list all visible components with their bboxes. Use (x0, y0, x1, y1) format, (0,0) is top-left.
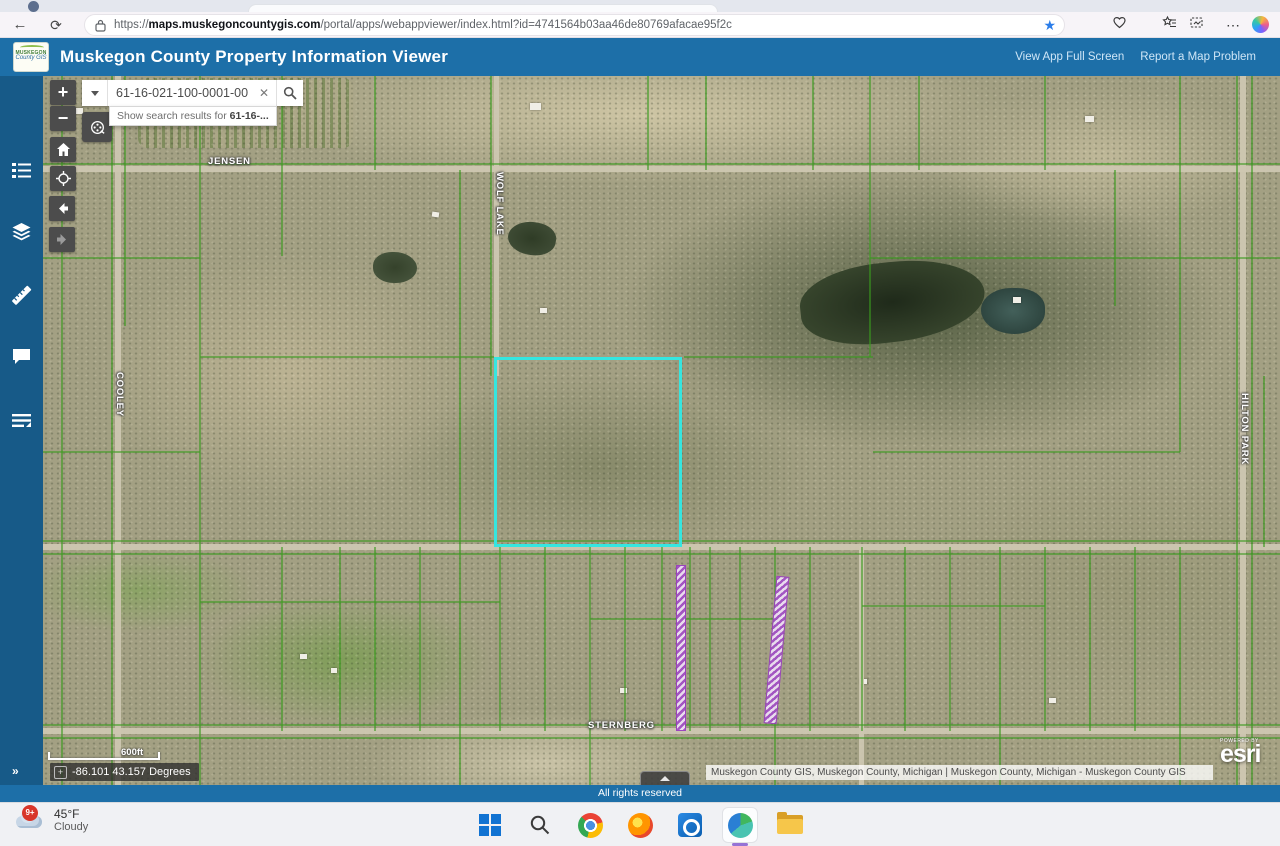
report-map-problem-link[interactable]: Report a Map Problem (1140, 51, 1256, 63)
road-label-wolf-lake: WOLF LAKE (494, 172, 505, 236)
expand-sidebar-icon[interactable]: » (12, 764, 17, 778)
previous-extent-button[interactable] (49, 196, 75, 221)
url-bar[interactable]: https://maps.muskegoncountygis.com/porta… (84, 14, 1065, 36)
search-suggestion[interactable]: Show search results for 61-16-... (109, 106, 277, 126)
clear-search-icon[interactable]: ✕ (256, 86, 272, 100)
browser-refresh-icon[interactable]: ⟳ (46, 15, 66, 35)
outlook-icon[interactable] (673, 808, 707, 842)
search-icon[interactable] (523, 808, 557, 842)
search-source-dropdown[interactable] (82, 80, 108, 106)
start-button[interactable] (473, 808, 507, 842)
suggestion-term: 61-16-... (230, 110, 269, 122)
scale-label: 600ft (121, 747, 143, 758)
desktop-screen: ← ⟳ https://maps.muskegoncountygis.com/p… (0, 0, 1280, 846)
crosshair-icon[interactable]: + (54, 766, 67, 779)
road-label-sternberg: STERNBERG (588, 720, 655, 731)
windows-taskbar: 9+ 45°F Cloudy (0, 802, 1280, 846)
coordinates-widget: + -86.101 43.157 Degrees (50, 763, 199, 781)
measure-icon[interactable] (11, 284, 32, 305)
coordinates-text: -86.101 43.157 Degrees (72, 766, 191, 778)
my-location-button[interactable] (50, 166, 76, 191)
road-label-jensen: JENSEN (208, 156, 251, 167)
chevron-down-icon (91, 91, 99, 96)
widget-sidebar: » (0, 76, 43, 785)
road-label-hilton-park: HILTON PARK (1239, 393, 1250, 465)
copilot-icon[interactable] (1252, 16, 1269, 33)
zoom-in-button[interactable]: + (50, 80, 76, 105)
favorites-list-icon[interactable] (1158, 15, 1180, 35)
map-canvas[interactable]: JENSEN WOLF LAKE COOLEY HILTON PARK STER… (43, 76, 1280, 785)
url-domain: maps.muskegoncountygis.com (149, 19, 321, 31)
page-title: Muskegon County Property Information Vie… (60, 38, 448, 76)
next-extent-button[interactable] (49, 227, 75, 252)
legend-icon[interactable] (11, 160, 32, 181)
zoom-out-button[interactable]: − (50, 106, 76, 131)
search-input-value: 61-16-021-100-0001-00 (116, 86, 256, 100)
esri-logo: POWERED BY esri (1220, 738, 1275, 764)
parcel-search-widget: 61-16-021-100-0001-00 ✕ (82, 80, 303, 106)
browser-tab-strip[interactable] (0, 0, 1280, 12)
app-footer: All rights reserved (0, 785, 1280, 802)
map-attribution: Muskegon County GIS, Muskegon County, Mi… (706, 765, 1213, 780)
tab-favicon (28, 1, 39, 12)
file-explorer-icon[interactable] (773, 808, 807, 842)
details-icon[interactable] (11, 410, 32, 431)
search-input[interactable]: 61-16-021-100-0001-00 ✕ (108, 80, 276, 106)
selected-parcel-highlight[interactable] (494, 357, 682, 547)
taskbar-icons (0, 803, 1280, 846)
layers-icon[interactable] (11, 222, 32, 243)
comment-icon[interactable] (11, 346, 32, 367)
web-capture-icon[interactable] (1185, 15, 1207, 35)
browser-essentials-icon[interactable] (1108, 15, 1130, 35)
browser-toolbar: ← ⟳ https://maps.muskegoncountygis.com/p… (0, 12, 1280, 38)
browser-back-icon[interactable]: ← (10, 15, 30, 35)
active-tab[interactable] (248, 4, 718, 12)
attribute-table-toggle[interactable] (640, 771, 690, 785)
home-extent-button[interactable] (50, 137, 76, 162)
notification-badge: 9+ (22, 805, 38, 821)
search-button[interactable] (276, 80, 303, 106)
logo-line2: County GIS (14, 56, 48, 61)
favorite-star-icon[interactable]: ★ (1043, 17, 1056, 34)
site-info-lock-icon[interactable] (95, 19, 106, 32)
settings-more-icon[interactable]: ⋯ (1222, 15, 1244, 35)
url-text: https://maps.muskegoncountygis.com/porta… (114, 19, 1035, 31)
suggestion-prefix: Show search results for (117, 110, 230, 122)
scale-bar (48, 752, 160, 760)
hatched-parcel-strip (676, 565, 686, 731)
header-links: View App Full Screen Report a Map Proble… (1015, 38, 1256, 76)
url-path: /portal/apps/webappviewer/index.html?id=… (320, 19, 731, 31)
url-scheme: https:// (114, 19, 149, 31)
muskegon-county-gis-logo: MUSKEGON County GIS (13, 42, 49, 72)
edge-icon[interactable] (723, 808, 757, 842)
firefox-icon[interactable] (623, 808, 657, 842)
app-header: MUSKEGON County GIS Muskegon County Prop… (0, 38, 1280, 76)
view-fullscreen-link[interactable]: View App Full Screen (1015, 51, 1124, 63)
esri-wordmark: esri (1220, 744, 1275, 764)
chrome-icon[interactable] (573, 808, 607, 842)
logo-swirl (20, 45, 44, 50)
basemap-gallery-button[interactable] (82, 112, 112, 142)
chevron-up-icon (660, 776, 670, 781)
road-label-cooley: COOLEY (114, 372, 125, 417)
